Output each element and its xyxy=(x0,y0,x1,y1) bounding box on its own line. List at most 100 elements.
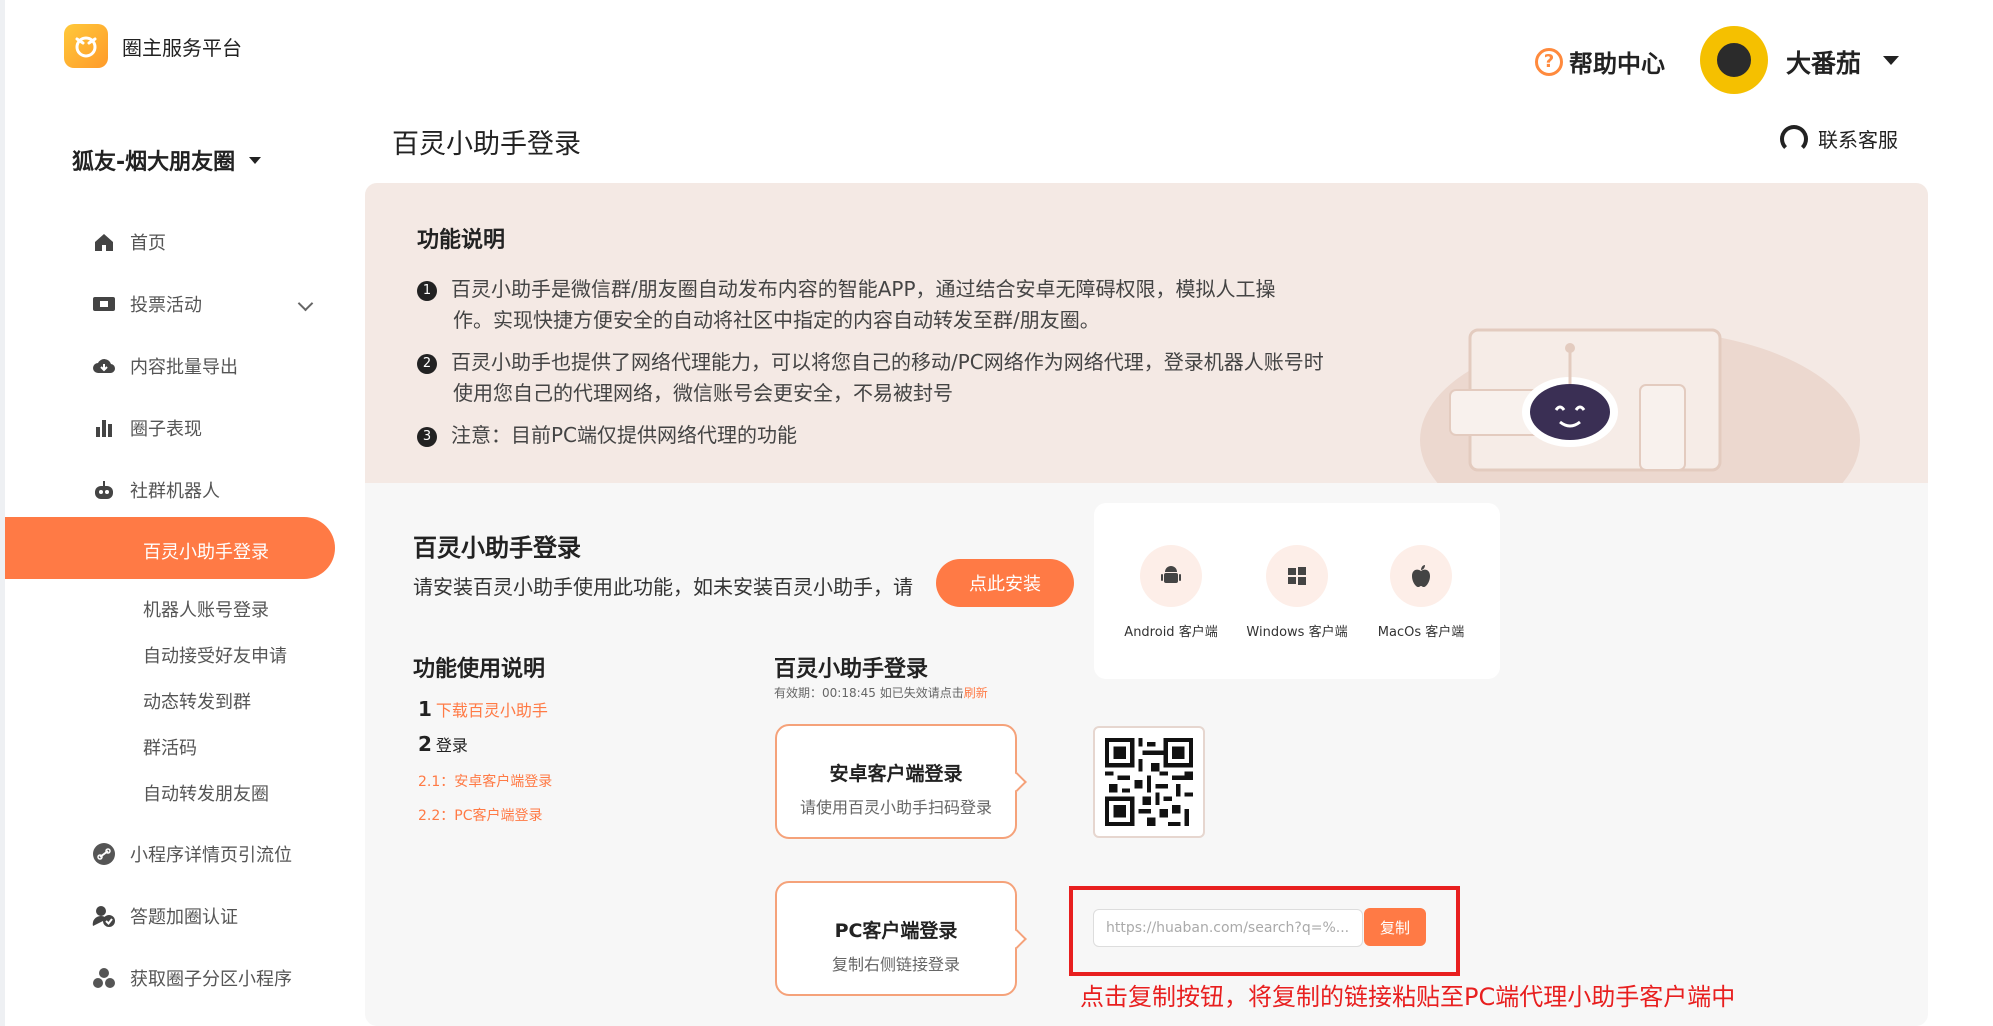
validity-text: 有效期：00:18:45 如已失效请点击刷新 xyxy=(774,684,988,701)
circle-selector[interactable]: 狐友-烟大朋友圈 xyxy=(72,144,262,176)
client-label: MacOs 客户端 xyxy=(1377,625,1465,640)
number-badge: 3 xyxy=(417,427,437,447)
ticket-icon xyxy=(92,292,116,316)
sidebar-item-miniprogram-traffic[interactable]: 小程序详情页引流位 xyxy=(92,841,292,867)
step-number: 1 xyxy=(418,697,432,721)
usage-title: 功能使用说明 xyxy=(413,657,546,682)
usage-step-2: 2 登录 xyxy=(418,732,468,756)
android-login-card[interactable]: 安卓客户端登录 请使用百灵小助手扫码登录 xyxy=(775,724,1017,839)
usage-step-1[interactable]: 1 下载百灵小助手 xyxy=(418,697,548,721)
client-downloads: Android 客户端 Windows 客户端 MacOs 客户端 xyxy=(1094,503,1500,679)
sidebar-subitem-auto-accept[interactable]: 自动接受好友申请 xyxy=(143,642,287,668)
client-macos[interactable]: MacOs 客户端 xyxy=(1356,545,1486,640)
step-number: 2 xyxy=(418,732,432,756)
circle-selector-label: 狐友-烟大朋友圈 xyxy=(72,150,236,175)
bar-chart-icon xyxy=(92,416,116,440)
login-url-field[interactable]: https://huaban.com/search?q=%... xyxy=(1093,909,1363,947)
help-center-label: 帮助中心 xyxy=(1569,50,1665,78)
sidebar-item-vote[interactable]: 投票活动 xyxy=(92,291,202,317)
user-name[interactable]: 大番茄 xyxy=(1786,44,1861,80)
question-icon: ? xyxy=(1535,47,1563,76)
android-icon xyxy=(1140,545,1202,607)
link-icon xyxy=(92,842,116,866)
qr-code-image xyxy=(1105,738,1193,826)
app-name: 圈主服务平台 xyxy=(122,35,242,60)
sidebar-subitem-group-code[interactable]: 群活码 xyxy=(143,734,197,760)
login-title: 百灵小助手登录 xyxy=(774,657,929,682)
contact-service-link[interactable]: 联系客服 xyxy=(1780,124,1898,153)
refresh-link[interactable]: 刷新 xyxy=(964,686,988,700)
logo-icon xyxy=(64,24,108,68)
sidebar-item-label: 获取圈子分区小程序 xyxy=(130,969,292,990)
robot-illustration xyxy=(1420,328,1860,483)
windows-icon xyxy=(1266,545,1328,607)
cloud-download-icon xyxy=(92,354,116,378)
qr-code xyxy=(1093,726,1205,838)
help-center-link[interactable]: ? 帮助中心 xyxy=(1535,44,1665,79)
sidebar-item-performance[interactable]: 圈子表现 xyxy=(92,415,202,441)
pc-login-card[interactable]: PC客户端登录 复制右侧链接登录 xyxy=(775,881,1017,996)
sidebar-subitem-robot-login[interactable]: 机器人账号登录 xyxy=(143,596,269,622)
apple-icon xyxy=(1390,545,1452,607)
install-button[interactable]: 点此安装 xyxy=(936,559,1074,607)
client-windows[interactable]: Windows 客户端 xyxy=(1232,545,1362,640)
card-subtitle: 复制右侧链接登录 xyxy=(831,955,960,974)
contact-service-label: 联系客服 xyxy=(1818,128,1898,152)
client-label: Android 客户端 xyxy=(1124,625,1218,640)
usage-step-2-1[interactable]: 2.1：安卓客户端登录 xyxy=(418,771,552,791)
validity-label: 有效期：00:18:45 如已失效请点击 xyxy=(774,686,964,700)
sidebar-item-label: 小程序详情页引流位 xyxy=(130,845,292,866)
sidebar-item-label: 答题加圈认证 xyxy=(130,907,238,928)
intro-text: 作。实现快捷方便安全的自动将社区中指定的内容自动转发至群/朋友圈。 xyxy=(453,308,1100,332)
sidebar-subitem-forward-moments[interactable]: 自动转发朋友圈 xyxy=(143,780,269,806)
number-badge: 2 xyxy=(417,354,437,374)
step-label: 下载百灵小助手 xyxy=(435,701,548,720)
intro-text: 百灵小助手也提供了网络代理能力，可以将您自己的移动/PC网络作为网络代理，登录机… xyxy=(451,350,1324,374)
avatar[interactable] xyxy=(1700,26,1768,94)
sidebar-item-label: 内容批量导出 xyxy=(130,357,238,378)
user-check-icon xyxy=(92,904,116,928)
number-badge: 1 xyxy=(417,281,437,301)
client-android[interactable]: Android 客户端 xyxy=(1106,545,1236,640)
copy-button[interactable]: 复制 xyxy=(1364,908,1426,946)
sidebar-subitem-forward-group[interactable]: 动态转发到群 xyxy=(143,688,251,714)
install-title: 百灵小助手登录 xyxy=(413,534,581,562)
sidebar-item-home[interactable]: 首页 xyxy=(92,229,166,255)
intro-line-3: 3 注意：目前PC端仅提供网络代理的功能 xyxy=(417,420,1417,451)
intro-text: 使用您自己的代理网络，微信账号会更安全，不易被封号 xyxy=(453,381,953,405)
sidebar-item-export[interactable]: 内容批量导出 xyxy=(92,353,238,379)
client-label: Windows 客户端 xyxy=(1246,625,1348,640)
card-title: PC客户端登录 xyxy=(834,920,958,942)
intro-title: 功能说明 xyxy=(417,228,506,253)
left-edge xyxy=(0,0,5,1026)
intro-text: 百灵小助手是微信群/朋友圈自动发布内容的智能APP，通过结合安卓无障碍权限，模拟… xyxy=(451,277,1276,301)
sidebar-item-label: 投票活动 xyxy=(130,295,202,316)
page: 圈主服务平台 ? 帮助中心 大番茄 狐友-烟大朋友圈 首页 投票活动 内容批量导… xyxy=(0,0,1993,1026)
sidebar-item-label: 社群机器人 xyxy=(130,481,220,502)
robot-icon xyxy=(92,478,116,502)
annotation-note: 点击复制按钮，将复制的链接粘贴至PC端代理小助手客户端中 xyxy=(1080,983,1736,1011)
install-description: 请安装百灵小助手使用此功能，如未安装百灵小助手，请 xyxy=(413,575,913,599)
headset-icon xyxy=(1780,124,1808,153)
usage-step-2-2[interactable]: 2.2：PC客户端登录 xyxy=(418,805,542,825)
sidebar-item-robot[interactable]: 社群机器人 xyxy=(92,477,220,503)
home-icon xyxy=(92,230,116,254)
card-title: 安卓客户端登录 xyxy=(829,763,963,785)
user-menu-caret-icon[interactable] xyxy=(1883,56,1899,65)
sidebar-active-label[interactable]: 百灵小助手登录 xyxy=(143,538,269,564)
card-subtitle: 请使用百灵小助手扫码登录 xyxy=(799,798,992,817)
avatar-image xyxy=(1714,40,1754,80)
intro-text: 注意：目前PC端仅提供网络代理的功能 xyxy=(451,423,798,447)
step-label: 登录 xyxy=(435,736,468,755)
app-logo[interactable]: 圈主服务平台 xyxy=(64,24,242,68)
sidebar-item-label: 圈子表现 xyxy=(130,419,202,440)
intro-line-2: 2 百灵小助手也提供了网络代理能力，可以将您自己的移动/PC网络作为网络代理，登录… xyxy=(417,347,1417,409)
group-icon xyxy=(92,966,116,990)
page-title: 百灵小助手登录 xyxy=(392,129,581,160)
sidebar-item-label: 首页 xyxy=(130,233,166,254)
chevron-down-icon[interactable] xyxy=(297,295,314,312)
sidebar-item-quiz-auth[interactable]: 答题加圈认证 xyxy=(92,903,238,929)
caret-down-icon xyxy=(249,156,262,164)
sidebar-item-partition-miniprogram[interactable]: 获取圈子分区小程序 xyxy=(92,965,292,991)
intro-line-1: 1 百灵小助手是微信群/朋友圈自动发布内容的智能APP，通过结合安卓无障碍权限，模… xyxy=(417,274,1417,336)
